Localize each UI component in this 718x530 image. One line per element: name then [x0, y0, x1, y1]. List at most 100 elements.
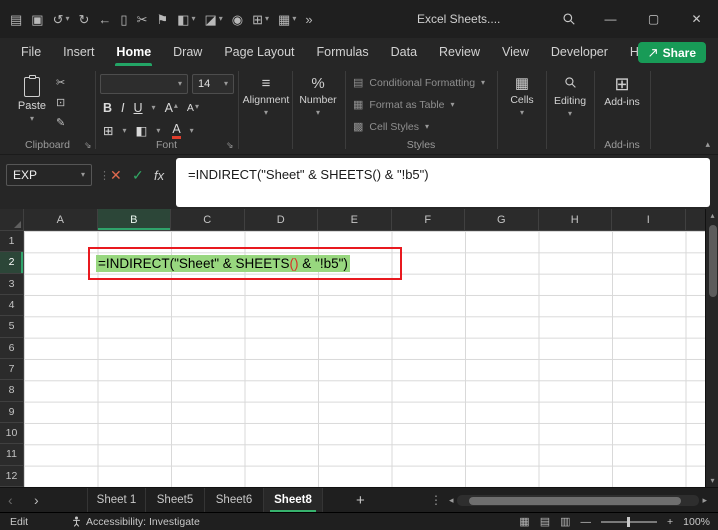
- maximize-button[interactable]: ▢: [632, 0, 675, 38]
- normal-view-icon[interactable]: ▦: [519, 515, 529, 528]
- borders-icon[interactable]: ⊞: [252, 13, 263, 26]
- format-as-table-button[interactable]: ▦ Format as Table ▾: [353, 98, 455, 111]
- scroll-up-icon[interactable]: ▴: [706, 211, 718, 220]
- row-header-7[interactable]: 7: [0, 359, 23, 380]
- column-header-c[interactable]: C: [171, 209, 245, 230]
- zoom-out-icon[interactable]: —: [581, 516, 592, 528]
- decrease-font-button[interactable]: A▾: [187, 102, 199, 114]
- column-header-b[interactable]: B: [98, 209, 172, 230]
- chevron-down-icon[interactable]: ▾: [66, 15, 70, 23]
- chevron-down-icon[interactable]: ▾: [292, 15, 296, 23]
- tab-page-layout[interactable]: Page Layout: [213, 38, 305, 66]
- horizontal-scrollbar[interactable]: ◂ ▸: [446, 491, 710, 510]
- row-header-2[interactable]: 2: [0, 252, 23, 273]
- format-painter-icon[interactable]: ✎: [56, 116, 65, 129]
- zoom-slider-thumb[interactable]: [627, 517, 630, 527]
- redo-icon[interactable]: ↻: [79, 13, 90, 26]
- app-menu-icon[interactable]: ▤: [10, 13, 22, 26]
- row-header-8[interactable]: 8: [0, 380, 23, 401]
- vertical-scroll-thumb[interactable]: [709, 225, 717, 297]
- cell-styles-button[interactable]: ▩ Cell Styles ▾: [353, 120, 429, 133]
- row-header-10[interactable]: 10: [0, 423, 23, 444]
- clipboard-dialog-launcher-icon[interactable]: ⇘: [84, 140, 92, 151]
- camera-icon[interactable]: ◉: [232, 13, 243, 26]
- enter-icon[interactable]: ✓: [132, 167, 144, 184]
- formula-input[interactable]: =INDIRECT("Sheet" & SHEETS() & "!b5"): [176, 158, 710, 207]
- sheet-tab-sheet1[interactable]: Sheet 1: [87, 488, 146, 513]
- fill-color-icon[interactable]: ◧: [177, 13, 189, 26]
- chevron-down-icon[interactable]: ▾: [152, 104, 156, 112]
- copy-icon[interactable]: ⊡: [56, 96, 65, 109]
- tab-view[interactable]: View: [491, 38, 540, 66]
- insert-function-icon[interactable]: fx: [154, 168, 164, 183]
- sheet-tab-sheet8[interactable]: Sheet8: [264, 488, 323, 513]
- column-header-h[interactable]: H: [539, 209, 613, 230]
- font-name-select[interactable]: ▾: [100, 74, 188, 94]
- prev-sheet-icon[interactable]: ‹: [8, 488, 13, 513]
- row-header-4[interactable]: 4: [0, 295, 23, 316]
- select-all-corner[interactable]: [0, 209, 24, 231]
- font-dialog-launcher-icon[interactable]: ⇘: [226, 140, 234, 151]
- chevron-down-icon[interactable]: ▾: [265, 15, 269, 23]
- accessibility-checker[interactable]: Accessibility: Investigate: [72, 516, 200, 528]
- tab-formulas[interactable]: Formulas: [306, 38, 380, 66]
- name-box[interactable]: EXP ▾: [6, 164, 92, 186]
- horizontal-scroll-track[interactable]: [457, 495, 700, 506]
- zoom-level[interactable]: 100%: [683, 516, 710, 528]
- tab-developer[interactable]: Developer: [540, 38, 619, 66]
- cut-icon[interactable]: ✂: [137, 13, 148, 26]
- tab-data[interactable]: Data: [380, 38, 428, 66]
- new-sheet-icon[interactable]: +: [356, 488, 365, 513]
- borders-button[interactable]: ⊞▾: [252, 13, 269, 26]
- share-button[interactable]: Share: [638, 42, 706, 63]
- formula-bar-grip-icon[interactable]: ⋮: [99, 169, 110, 182]
- column-header-d[interactable]: D: [245, 209, 319, 230]
- column-header-e[interactable]: E: [318, 209, 392, 230]
- tab-home[interactable]: Home: [105, 38, 162, 66]
- row-header-6[interactable]: 6: [0, 338, 23, 359]
- horizontal-scroll-thumb[interactable]: [469, 497, 681, 505]
- font-size-select[interactable]: 14 ▾: [192, 74, 234, 94]
- sheet-tab-sheet5[interactable]: Sheet5: [146, 488, 205, 513]
- more-commands-icon[interactable]: »: [305, 13, 312, 26]
- tab-draw[interactable]: Draw: [162, 38, 213, 66]
- conditional-formatting-button[interactable]: ▤ Conditional Formatting ▾: [353, 76, 485, 89]
- tab-review[interactable]: Review: [428, 38, 491, 66]
- chevron-down-icon[interactable]: ▾: [219, 15, 223, 23]
- italic-button[interactable]: I: [121, 101, 124, 115]
- scroll-down-icon[interactable]: ▾: [706, 476, 718, 485]
- table-button[interactable]: ▦▾: [278, 13, 296, 26]
- paste-button[interactable]: Paste ▾: [12, 74, 52, 123]
- page-break-view-icon[interactable]: ▥: [560, 515, 570, 528]
- tab-insert[interactable]: Insert: [52, 38, 105, 66]
- back-icon[interactable]: ←: [98, 13, 111, 26]
- table-icon[interactable]: ▦: [278, 13, 290, 26]
- column-header-g[interactable]: G: [465, 209, 539, 230]
- save-icon[interactable]: ▣: [31, 13, 43, 26]
- zoom-slider[interactable]: [601, 521, 657, 523]
- flag-icon[interactable]: ⚑: [156, 13, 168, 26]
- vertical-scrollbar[interactable]: ▴ ▾: [705, 209, 718, 487]
- scroll-right-icon[interactable]: ▸: [699, 495, 710, 506]
- clipboard-icon[interactable]: ▯: [120, 13, 127, 26]
- editing-group-button[interactable]: Editing ▾: [547, 76, 593, 118]
- undo-button[interactable]: ↺▾: [53, 13, 70, 26]
- chevron-down-icon[interactable]: ▾: [190, 127, 194, 135]
- cut-icon[interactable]: ✂: [56, 76, 65, 89]
- collapse-ribbon-icon[interactable]: ▴: [705, 139, 710, 150]
- cancel-icon[interactable]: ✕: [110, 167, 122, 184]
- cells-group-button[interactable]: ▦ Cells ▾: [499, 76, 545, 117]
- eraser-icon[interactable]: ◪: [204, 13, 216, 26]
- fill-color-icon[interactable]: ◧: [136, 123, 148, 138]
- column-header-i[interactable]: I: [612, 209, 686, 230]
- zoom-in-icon[interactable]: +: [667, 516, 673, 528]
- column-header-f[interactable]: F: [392, 209, 466, 230]
- alignment-group-button[interactable]: ≡ Alignment ▾: [240, 76, 292, 117]
- sheet-options-icon[interactable]: ⋮: [430, 488, 442, 513]
- row-header-3[interactable]: 3: [0, 274, 23, 295]
- font-color-letter[interactable]: A: [172, 123, 180, 139]
- undo-icon[interactable]: ↺: [53, 13, 64, 26]
- chevron-down-icon[interactable]: ▾: [191, 15, 195, 23]
- row-header-12[interactable]: 12: [0, 466, 23, 487]
- column-header-a[interactable]: A: [24, 209, 98, 230]
